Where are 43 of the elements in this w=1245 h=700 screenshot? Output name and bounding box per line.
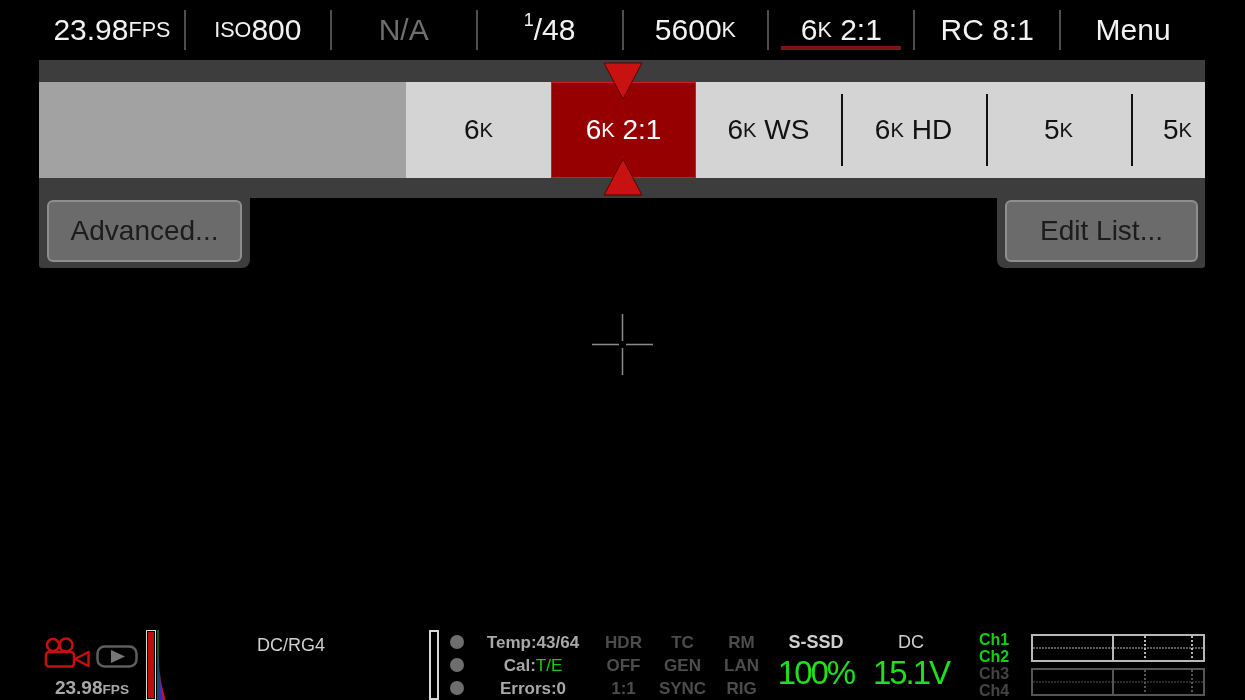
- top-bar-setting[interactable]: 6K 2:1: [769, 0, 914, 60]
- mode-label: GEN: [664, 655, 701, 677]
- play-icon: [96, 645, 138, 668]
- top-bar-setting[interactable]: Menu: [1061, 0, 1205, 60]
- status-line: Errors:0: [499, 678, 567, 700]
- top-bar-setting[interactable]: 23.98FPS: [40, 0, 184, 60]
- format-option[interactable]: 6K HD: [841, 82, 986, 178]
- top-bar-setting[interactable]: ISO800: [185, 0, 330, 60]
- status-dot-icon: [450, 635, 464, 649]
- format-option[interactable]: 6K: [406, 82, 551, 178]
- format-option[interactable]: 6K WS: [696, 82, 841, 178]
- mode-label: SYNC: [658, 678, 707, 700]
- triangle-marker-icon: [603, 158, 643, 196]
- mode-label: LAN: [724, 655, 759, 677]
- mode-label: HDR: [605, 632, 642, 654]
- audio-channel-label: Ch2: [979, 648, 1011, 665]
- mode-label: TC: [671, 632, 694, 654]
- status-dot-icon: [450, 681, 464, 695]
- format-option[interactable]: 5K: [986, 82, 1131, 178]
- media-percentage: 100%: [777, 656, 855, 690]
- power-label: DC: [898, 632, 924, 653]
- mode-label: 1:1: [611, 678, 636, 700]
- audio-channel-label: Ch3: [979, 665, 1011, 682]
- top-bar-setting[interactable]: 5600K: [623, 0, 768, 60]
- crosshair-icon: [592, 314, 653, 375]
- codec-label: DC/RG4: [257, 635, 325, 655]
- top-bar-setting[interactable]: RC 8:1: [915, 0, 1060, 60]
- triangle-marker-icon: [603, 62, 643, 100]
- gauge-outline-icon: [429, 630, 439, 700]
- record-frame-rate: 23.98FPS: [53, 678, 131, 700]
- status-dot-icon: [450, 658, 464, 672]
- mode-label: RIG: [726, 678, 757, 700]
- movie-camera-icon: [44, 637, 90, 668]
- format-option[interactable]: 5K: [1131, 82, 1205, 178]
- mode-label: OFF: [606, 655, 641, 677]
- power-voltage: 15.1V: [872, 656, 950, 690]
- status-line: Temp:43/64: [486, 632, 580, 654]
- media-label: S-SSD: [788, 632, 844, 653]
- audio-channel-label: Ch1: [979, 631, 1011, 648]
- audio-channel-label: Ch4: [979, 682, 1011, 699]
- format-option[interactable]: 6K 2:1: [551, 82, 696, 178]
- mode-label: RM: [728, 632, 755, 654]
- status-line: Cal:T/E: [503, 655, 563, 677]
